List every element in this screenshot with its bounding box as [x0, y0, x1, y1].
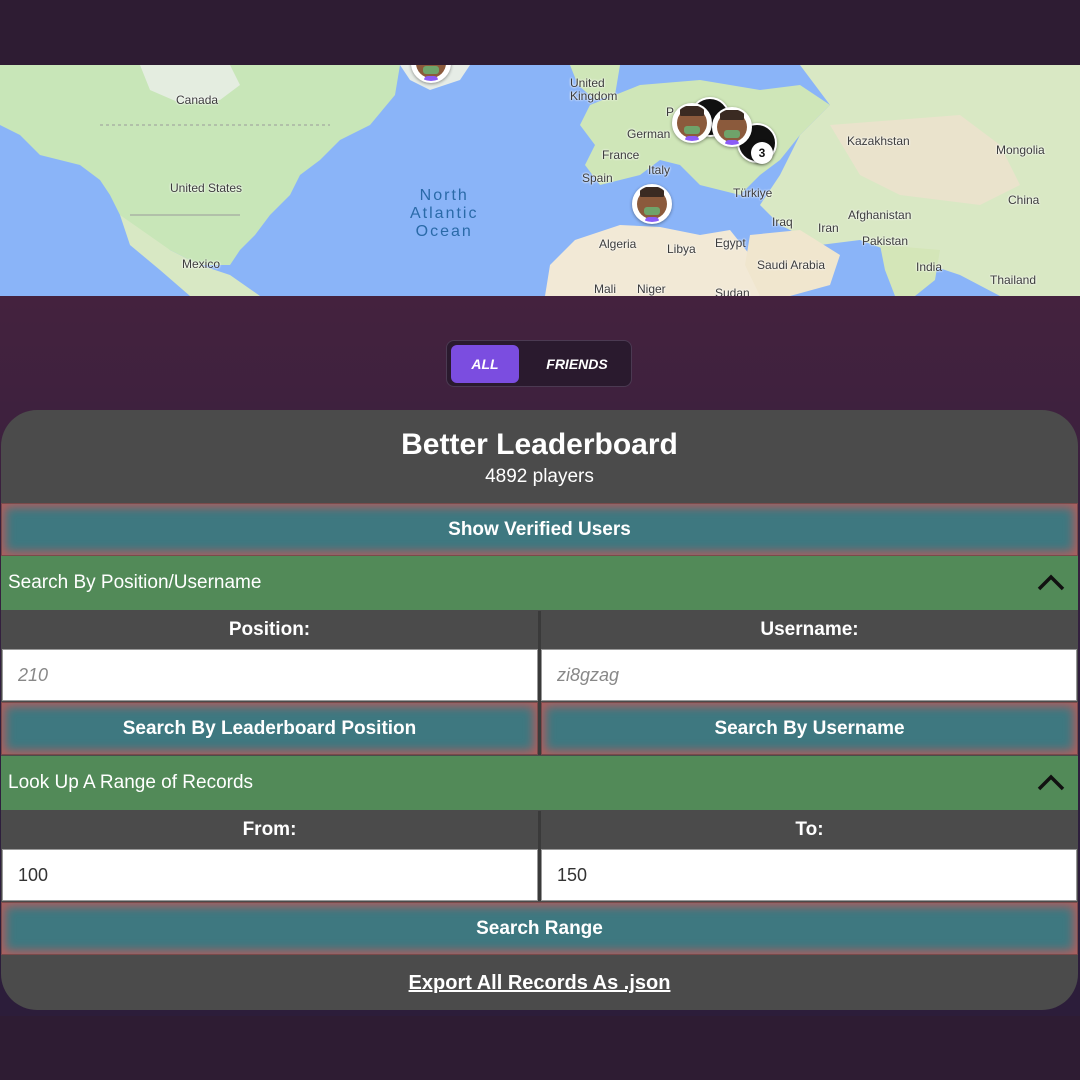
world-map[interactable]: Canada United States Mexico North Atlant…: [0, 65, 1080, 296]
map-label-ocean: North Atlantic Ocean: [410, 187, 479, 240]
chevron-up-icon[interactable]: [1036, 568, 1066, 598]
show-verified-users-button[interactable]: Show Verified Users: [1, 503, 1078, 556]
map-label-spain: Spain: [582, 171, 613, 185]
map-label-mongolia: Mongolia: [996, 143, 1045, 157]
toggle-friends-button[interactable]: FRIENDS: [535, 345, 619, 383]
to-input[interactable]: [541, 849, 1077, 901]
map-label-china: China: [1008, 193, 1040, 207]
panel-title: Better Leaderboard: [401, 428, 678, 461]
username-input[interactable]: [541, 649, 1077, 701]
export-json-link[interactable]: Export All Records As .json: [1, 972, 1078, 995]
search-section-header[interactable]: Search By Position/Username: [1, 556, 1078, 610]
map-label-iran: Iran: [818, 221, 839, 235]
player-count: 4892 players: [485, 466, 594, 487]
position-input[interactable]: [2, 649, 538, 701]
leaderboard-filter-toggle: ALL FRIENDS: [446, 340, 632, 387]
top-bar: [0, 0, 1080, 65]
from-input[interactable]: [2, 849, 538, 901]
player-marker[interactable]: [672, 103, 712, 143]
map-label-pakistan: Pakistan: [862, 234, 909, 248]
from-label: From:: [1, 811, 538, 849]
map-label-mexico: Mexico: [182, 257, 221, 271]
map-label-egypt: Egypt: [715, 236, 746, 250]
map-label-united-states: United States: [170, 181, 243, 195]
map-label-united-kingdom: United Kingdom: [570, 76, 618, 103]
chevron-up-icon[interactable]: [1036, 768, 1066, 798]
map-label-niger: Niger: [637, 282, 666, 296]
search-by-position-button[interactable]: Search By Leaderboard Position: [1, 702, 538, 755]
map-label-italy: Italy: [648, 163, 671, 177]
map-label-saudi-arabia: Saudi Arabia: [757, 258, 826, 272]
cluster-count-badge[interactable]: 3: [751, 142, 773, 164]
search-section-title: Search By Position/Username: [8, 572, 262, 593]
map-label-algeria: Algeria: [599, 237, 637, 251]
to-label: To:: [541, 811, 1078, 849]
map-label-turkiye: Türkiye: [733, 186, 773, 200]
map-label-sudan: Sudan: [715, 286, 750, 296]
map-label-canada: Canada: [176, 93, 219, 107]
map-label-india: India: [916, 260, 943, 274]
map-label-kazakhstan: Kazakhstan: [847, 134, 910, 148]
position-label: Position:: [1, 611, 538, 649]
leaderboard-panel: Better Leaderboard 4892 players Show Ver…: [1, 410, 1078, 1010]
toggle-all-button[interactable]: ALL: [451, 345, 519, 383]
player-marker[interactable]: [632, 184, 672, 224]
username-label: Username:: [541, 611, 1078, 649]
search-range-button[interactable]: Search Range: [1, 902, 1078, 955]
map-label-france: France: [602, 148, 640, 162]
range-section-header[interactable]: Look Up A Range of Records: [1, 756, 1078, 810]
map-label-afghanistan: Afghanistan: [848, 208, 912, 222]
bottom-bar: [0, 1016, 1080, 1080]
map-label-iraq: Iraq: [772, 215, 793, 229]
map-label-mali: Mali: [594, 282, 617, 296]
player-marker[interactable]: [712, 107, 752, 147]
map-label-libya: Libya: [667, 242, 696, 256]
map-label-germany: German: [627, 127, 671, 141]
search-by-username-button[interactable]: Search By Username: [541, 702, 1078, 755]
map-label-thailand: Thailand: [990, 273, 1037, 287]
range-section-title: Look Up A Range of Records: [8, 772, 254, 793]
